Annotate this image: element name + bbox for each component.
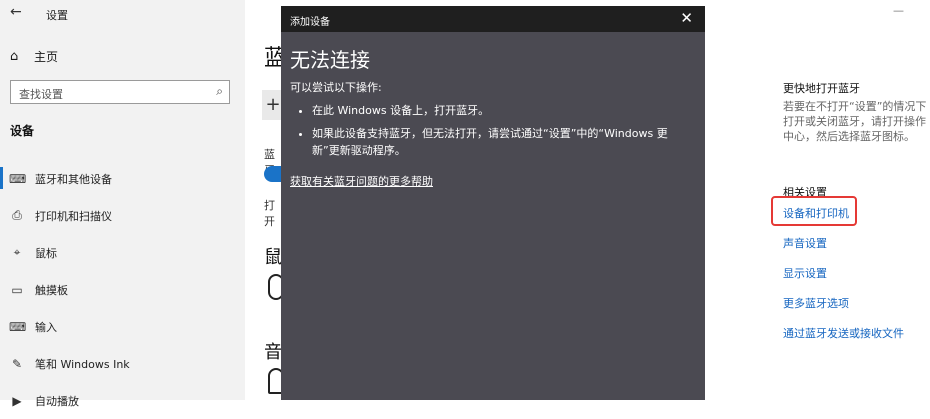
related-settings-links: 设备和打印机 声音设置 显示设置 更多蓝牙选项 通过蓝牙发送或接收文件 [783,205,904,355]
pen-icon: ✎ [11,356,23,371]
quick-bluetooth-description: 若要在不打开“设置”的情况下打开或关闭蓝牙，请打开操作中心，然后选择蓝牙图标。 [783,100,927,143]
sidebar-item-pen[interactable]: ✎ 笔和 Windows Ink [0,345,245,382]
sidebar-item-label: 蓝牙和其他设备 [35,172,112,186]
add-device-dialog: 添加设备 ✕ 无法连接 可以尝试以下操作: 在此 Windows 设备上，打开蓝… [281,6,705,400]
sidebar-item-label: 输入 [35,320,57,334]
mouse-heading: 鼠 [264,247,282,268]
sidebar-item-label: 自动播放 [35,394,79,408]
list-item: 如果此设备支持蓝牙，但无法打开，请尝试通过“设置”中的“Windows 更新”更… [312,125,692,159]
quick-bluetooth-heading: 更快地打开蓝牙 [783,82,860,95]
search-icon[interactable]: ⌕ [216,84,223,99]
close-icon[interactable]: ✕ [680,9,693,27]
dialog-heading: 无法连接 [290,48,370,72]
mouse-icon: ⌖ [13,245,21,259]
sidebar-nav: ⌨ 蓝牙和其他设备 ⎙ 打印机和扫描仪 ⌖ 鼠标 ▭ 触摸板 ⌨ 输入 ✎ 笔和… [0,160,245,419]
sidebar-item-bluetooth[interactable]: ⌨ 蓝牙和其他设备 [0,160,245,197]
bluetooth-devices-icon: ⌨ [9,171,27,186]
printer-icon: ⎙ [12,208,22,222]
settings-sidebar: ← 设置 ⌂ 主页 查找设置 ⌕ 设备 ⌨ 蓝牙和其他设备 ⎙ 打印机和扫描仪 … [0,0,245,408]
search-input[interactable]: 查找设置 ⌕ [10,80,230,104]
display-settings-link[interactable]: 显示设置 [783,265,904,295]
audio-heading: 音 [264,342,282,363]
home-label: 主页 [34,50,59,64]
autoplay-icon: ▶ [12,393,22,408]
sidebar-item-label: 打印机和扫描仪 [35,209,112,223]
main-content-partial: 蓝 + 蓝牙 打开 鼠 音 [245,0,286,400]
search-placeholder: 查找设置 [19,88,63,101]
list-item: 在此 Windows 设备上，打开蓝牙。 [312,102,692,119]
sidebar-item-autoplay[interactable]: ▶ 自动播放 [0,382,245,419]
more-bluetooth-options-link[interactable]: 更多蓝牙选项 [783,295,904,325]
suggestion-list: 在此 Windows 设备上，打开蓝牙。 如果此设备支持蓝牙，但无法打开，请尝试… [290,102,692,165]
touchpad-icon: ▭ [11,282,23,297]
home-nav-item[interactable]: ⌂ 主页 [10,48,58,65]
home-icon: ⌂ [10,49,19,64]
sidebar-item-touchpad[interactable]: ▭ 触摸板 [0,271,245,308]
sidebar-item-label: 鼠标 [35,246,57,260]
keyboard-icon: ⌨ [9,319,27,334]
minimize-icon[interactable]: — [893,4,904,17]
dialog-intro: 可以尝试以下操作: [290,81,382,94]
sidebar-item-printers[interactable]: ⎙ 打印机和扫描仪 [0,197,245,234]
highlight-box [771,196,857,226]
sidebar-item-typing[interactable]: ⌨ 输入 [0,308,245,345]
dialog-titlebar: 添加设备 ✕ [281,6,705,32]
section-title: 设备 [10,124,35,138]
dialog-title: 添加设备 [290,17,330,28]
sidebar-item-mouse[interactable]: ⌖ 鼠标 [0,234,245,271]
sidebar-item-label: 触摸板 [35,283,68,297]
help-link[interactable]: 获取有关蓝牙问题的更多帮助 [290,173,433,189]
back-arrow-icon[interactable]: ← [10,4,22,20]
send-receive-files-link[interactable]: 通过蓝牙发送或接收文件 [783,325,904,355]
sound-settings-link[interactable]: 声音设置 [783,235,904,265]
window-title: 设置 [46,9,68,22]
sidebar-item-label: 笔和 Windows Ink [35,357,130,371]
